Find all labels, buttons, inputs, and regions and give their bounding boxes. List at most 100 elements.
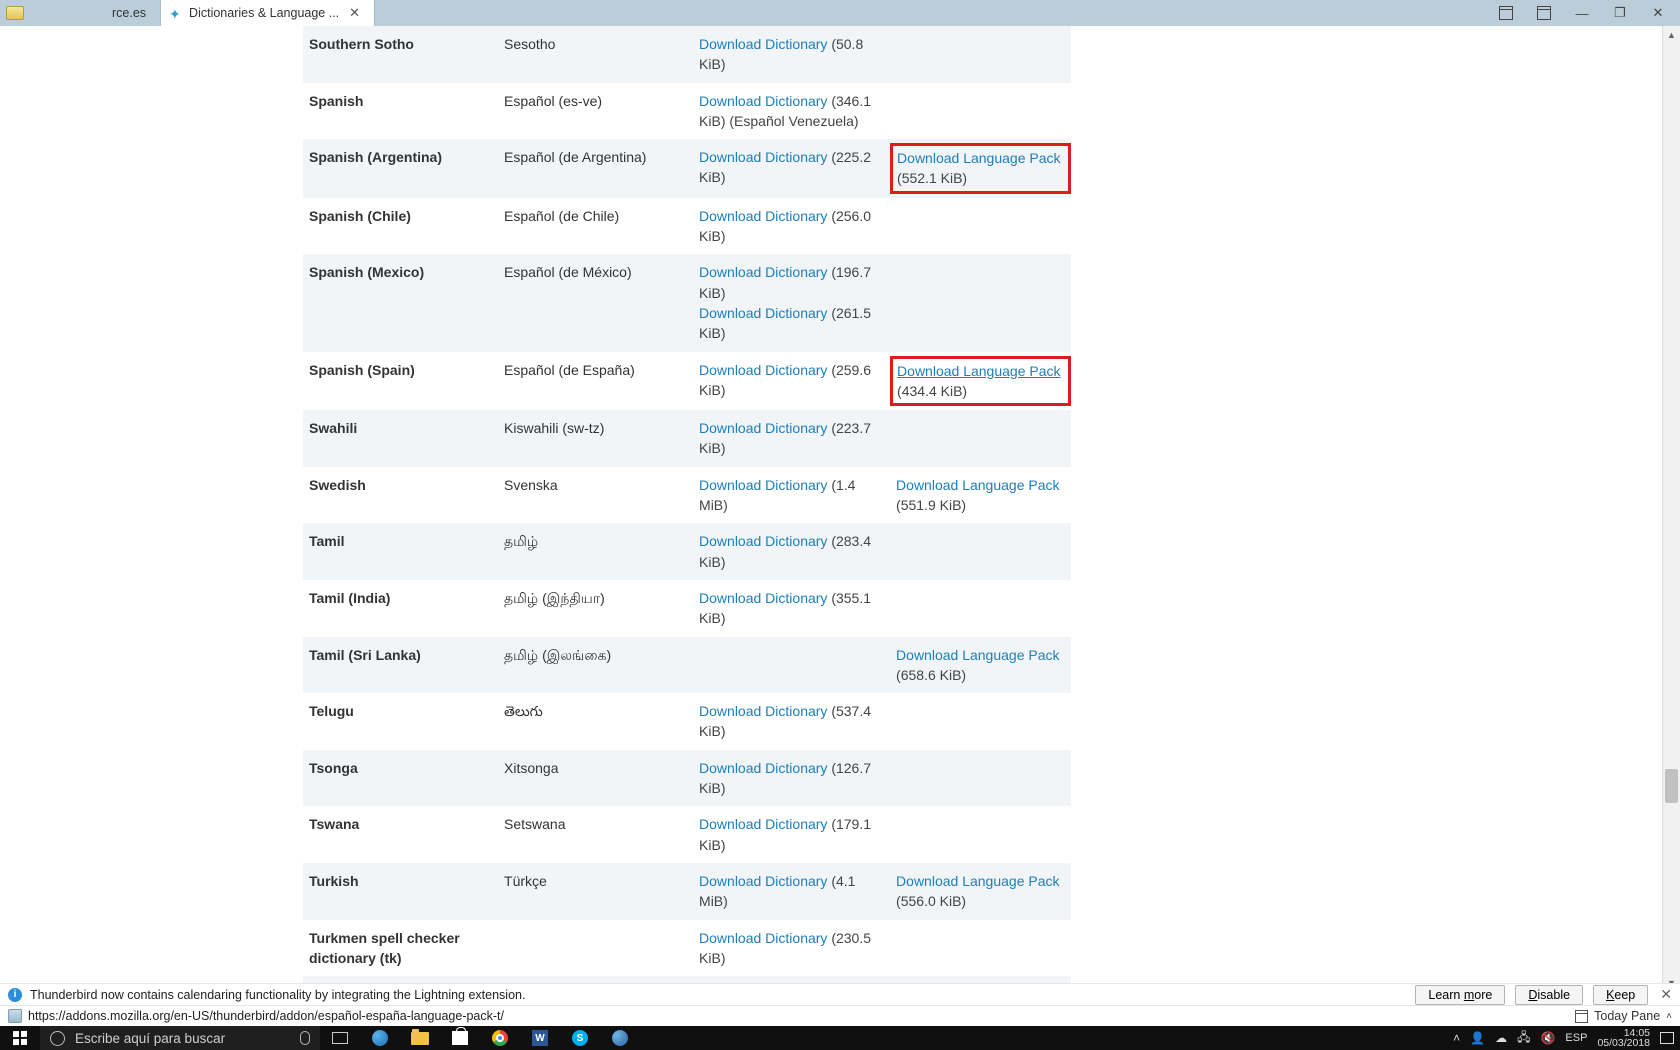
download-dictionary-link[interactable]: Download Dictionary — [699, 590, 827, 606]
tab-close-icon[interactable]: ✕ — [349, 5, 360, 21]
store-icon — [452, 1031, 468, 1045]
table-row: TurkishTürkçeDownload Dictionary (4.1 Mi… — [303, 863, 1071, 920]
clock[interactable]: 14:05 05/03/2018 — [1597, 1028, 1650, 1049]
skype-button[interactable]: S — [560, 1026, 600, 1050]
dictionary-cell: Download Dictionary (259.6 KiB) — [693, 352, 890, 411]
download-dictionary-link[interactable]: Download Dictionary — [699, 873, 827, 889]
task-view-button[interactable] — [320, 1026, 360, 1050]
start-button[interactable] — [0, 1026, 40, 1050]
download-dictionary-link[interactable]: Download Dictionary — [699, 149, 827, 165]
language-name: Telugu — [303, 693, 498, 750]
globe-icon — [8, 1009, 22, 1023]
download-language-pack-link[interactable]: Download Language Pack — [896, 647, 1059, 663]
download-dictionary-link[interactable]: Download Dictionary — [699, 362, 827, 378]
download-dictionary-link[interactable]: Download Dictionary — [699, 264, 827, 280]
scroll-thumb[interactable] — [1665, 769, 1678, 803]
action-center-icon[interactable] — [1660, 1032, 1674, 1044]
tab-rcees[interactable]: rce.es — [104, 0, 161, 26]
clock-date: 05/03/2018 — [1597, 1038, 1650, 1049]
download-dictionary-link[interactable]: Download Dictionary — [699, 760, 827, 776]
dictionary-cell: Download Dictionary (50.8 KiB) — [693, 26, 890, 83]
language-pack-cell: Download Language Pack (551.9 KiB) — [890, 467, 1071, 524]
file-explorer-button[interactable] — [400, 1026, 440, 1050]
status-bar: https://addons.mozilla.org/en-US/thunder… — [0, 1005, 1680, 1026]
window-maximize-button[interactable]: ❐ — [1602, 0, 1638, 26]
language-local: Xitsonga — [498, 750, 693, 807]
table-row: Spanish (Chile)Español (de Chile)Downloa… — [303, 198, 1071, 255]
download-dictionary-link[interactable]: Download Dictionary — [699, 36, 827, 52]
thunderbird-button[interactable] — [600, 1026, 640, 1050]
window-close-button[interactable]: ✕ — [1640, 0, 1676, 26]
learn-more-button[interactable]: Learn more — [1415, 985, 1505, 1005]
notification-bar: i Thunderbird now contains calendaring f… — [0, 983, 1680, 1005]
language-pack-cell — [890, 83, 1071, 140]
keep-button[interactable]: Keep — [1593, 985, 1648, 1005]
table-row: Tamil (India)தமிழ் (இந்தியா)Download Dic… — [303, 580, 1071, 637]
today-pane-toggle[interactable]: Today Pane ˄ — [1575, 1009, 1672, 1023]
download-dictionary-link[interactable]: Download Dictionary — [699, 420, 827, 436]
tabstrip: rce.es ✦ Dictionaries & Language ... ✕ — [104, 0, 375, 26]
network-icon[interactable]: 🖧 — [1517, 1028, 1530, 1049]
dictionary-cell: Download Dictionary (256.0 KiB) — [693, 198, 890, 255]
mail-icon — [6, 6, 24, 20]
download-language-pack-link[interactable]: Download Language Pack — [897, 150, 1060, 166]
tray-chevron-icon[interactable]: ˄ — [1453, 1031, 1460, 1045]
download-language-pack-link[interactable]: Download Language Pack — [896, 873, 1059, 889]
language-name: Spanish (Argentina) — [303, 139, 498, 198]
language-local: Türkçe — [498, 863, 693, 920]
vertical-scrollbar[interactable]: ▲ ▼ — [1662, 26, 1680, 992]
people-icon[interactable]: 👤 — [1470, 1031, 1485, 1045]
input-language[interactable]: ESP — [1565, 1032, 1587, 1044]
onedrive-icon[interactable]: ☁ — [1495, 1031, 1507, 1045]
download-dictionary-link[interactable]: Download Dictionary — [699, 816, 827, 832]
edge-icon — [372, 1030, 388, 1046]
taskbar-search[interactable]: Escribe aquí para buscar — [40, 1026, 320, 1050]
language-pack-size: (556.0 KiB) — [896, 893, 966, 909]
download-dictionary-link[interactable]: Download Dictionary — [699, 93, 827, 109]
titlebar-right: — ❐ ✕ — [1488, 0, 1680, 26]
language-name: Tswana — [303, 806, 498, 863]
download-dictionary-link[interactable]: Download Dictionary — [699, 208, 827, 224]
window-minimize-button[interactable]: — — [1564, 0, 1600, 26]
titlebar: rce.es ✦ Dictionaries & Language ... ✕ —… — [0, 0, 1680, 26]
cortana-icon — [50, 1031, 65, 1046]
download-dictionary-link[interactable]: Download Dictionary — [699, 533, 827, 549]
volume-icon[interactable]: 🔇 — [1540, 1031, 1555, 1045]
table-row: Tamil (Sri Lanka)தமிழ் (இலங்கை) Download … — [303, 637, 1071, 694]
dictionary-cell: Download Dictionary (355.1 KiB) — [693, 580, 890, 637]
download-language-pack-link[interactable]: Download Language Pack — [896, 477, 1059, 493]
system-tray: ˄ 👤 ☁ 🖧 🔇 ESP 14:05 05/03/2018 — [1447, 1028, 1680, 1049]
tab-label: rce.es — [112, 6, 146, 20]
download-dictionary-link[interactable]: Download Dictionary — [699, 477, 827, 493]
language-local: Español (de México) — [498, 254, 693, 351]
language-name: Spanish — [303, 83, 498, 140]
calendar-icon — [1499, 6, 1513, 20]
edge-button[interactable] — [360, 1026, 400, 1050]
download-dictionary-link[interactable]: Download Dictionary — [699, 930, 827, 946]
notification-close-icon[interactable]: ✕ — [1660, 986, 1672, 1003]
language-name: Turkish — [303, 863, 498, 920]
language-name: Spanish (Spain) — [303, 352, 498, 411]
download-language-pack-link[interactable]: Download Language Pack — [897, 363, 1060, 379]
calendar-day-button[interactable] — [1488, 0, 1524, 26]
tab-dictionaries[interactable]: ✦ Dictionaries & Language ... ✕ — [161, 0, 375, 26]
scroll-area[interactable]: Southern SothoSesothoDownload Dictionary… — [0, 26, 1662, 1050]
language-local: தமிழ் (இலங்கை) — [498, 637, 693, 694]
language-pack-cell: Download Language Pack (556.0 KiB) — [890, 863, 1071, 920]
chrome-icon — [492, 1030, 508, 1046]
language-name: Swedish — [303, 467, 498, 524]
disable-button[interactable]: Disable — [1515, 985, 1583, 1005]
folder-icon — [411, 1032, 429, 1045]
notification-text: Thunderbird now contains calendaring fun… — [30, 988, 525, 1002]
download-dictionary-link[interactable]: Download Dictionary — [699, 703, 827, 719]
scroll-up-button[interactable]: ▲ — [1663, 26, 1680, 44]
word-button[interactable]: W — [520, 1026, 560, 1050]
store-button[interactable] — [440, 1026, 480, 1050]
language-pack-cell — [890, 806, 1071, 863]
language-pack-cell: Download Language Pack (658.6 KiB) — [890, 637, 1071, 694]
language-name: Tamil (Sri Lanka) — [303, 637, 498, 694]
download-dictionary-link[interactable]: Download Dictionary — [699, 305, 827, 321]
calendar-tasks-button[interactable] — [1526, 0, 1562, 26]
chrome-button[interactable] — [480, 1026, 520, 1050]
scroll-track[interactable] — [1663, 44, 1680, 974]
